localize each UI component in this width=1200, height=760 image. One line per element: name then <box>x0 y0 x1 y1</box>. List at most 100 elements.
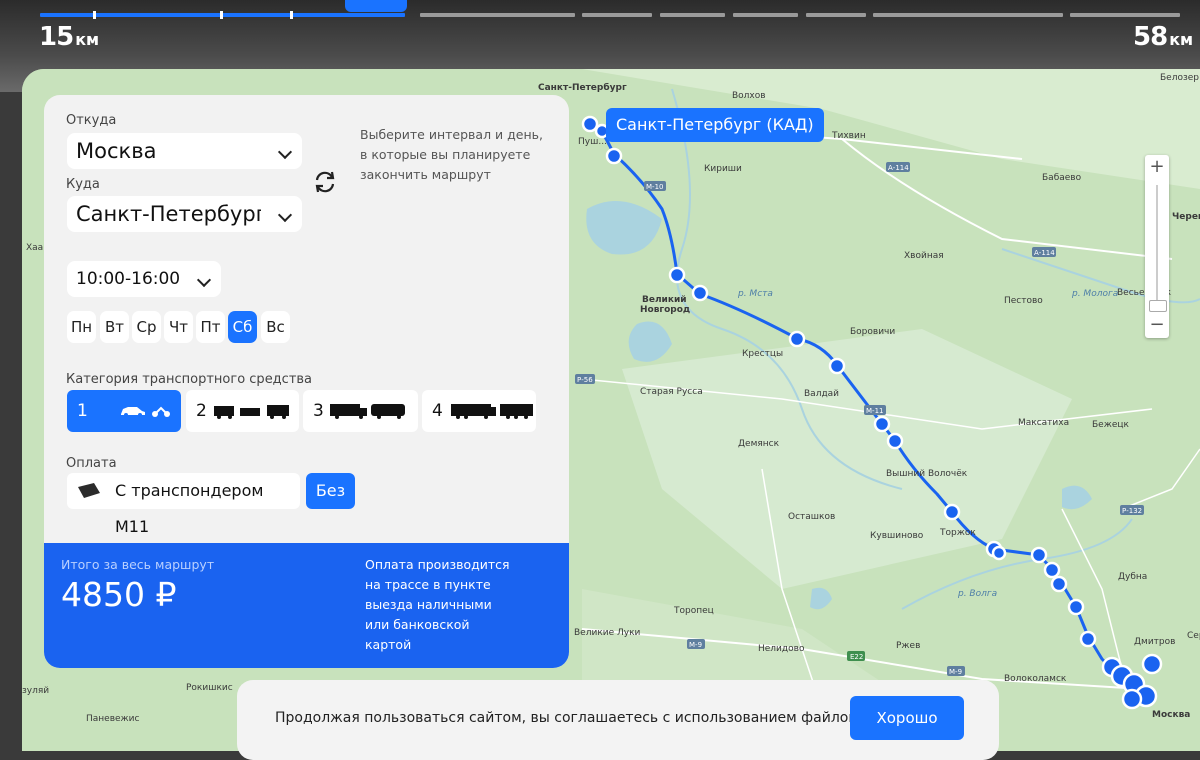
map-label: Новгород <box>640 305 691 315</box>
total-label: Итого за весь маршрут <box>61 557 215 572</box>
map-label: Дубна <box>1118 572 1148 582</box>
day-sat[interactable]: Сб <box>228 311 257 343</box>
map-label: Бежецк <box>1092 420 1129 430</box>
map-label: Белозер <box>1160 73 1200 83</box>
day-tue[interactable]: Вт <box>100 311 129 343</box>
truck-position-icon <box>345 0 407 12</box>
vehicle-category-4[interactable]: 4 <box>422 390 536 432</box>
map-label: Волхов <box>732 91 766 101</box>
from-select[interactable]: Москва <box>67 133 302 169</box>
truck-icon <box>330 404 405 419</box>
map-label: Москва <box>1152 710 1191 720</box>
day-thu[interactable]: Чт <box>164 311 193 343</box>
progress-segment <box>733 13 798 17</box>
map-label: Кувшиново <box>870 531 924 541</box>
progress-segment <box>660 13 725 17</box>
map-label: Великие Луки <box>574 628 641 638</box>
map-label: р. Волга <box>958 589 998 599</box>
chevron-down-icon <box>277 207 293 223</box>
payment-no-transponder-option[interactable]: Без <box>306 473 355 509</box>
cookie-banner: Продолжая пользоваться сайтом, вы соглаш… <box>237 680 999 760</box>
total-value: 4850 ₽ <box>61 575 177 614</box>
progress-tick <box>93 11 96 19</box>
transponder-icon <box>78 483 100 498</box>
map-label: Нелидово <box>758 644 805 654</box>
zoom-in-button[interactable]: + <box>1145 155 1169 179</box>
map-label: р. Молога <box>1072 289 1119 299</box>
map-label: Боровичи <box>850 327 896 337</box>
svg-text:А-114: А-114 <box>888 164 909 172</box>
map-label: Пестово <box>1004 296 1043 306</box>
payment-transponder-option[interactable]: С транспондером М11 <box>67 473 300 536</box>
zoom-out-button[interactable]: − <box>1145 313 1169 337</box>
map-label: Серг <box>1187 631 1200 641</box>
zoom-slider-track[interactable] <box>1156 185 1158 305</box>
map-label: Валдай <box>804 389 840 399</box>
map-label: Волоколамск <box>1004 674 1067 684</box>
map-label: Крестцы <box>742 349 784 359</box>
map-label: Дмитров <box>1134 637 1176 647</box>
map-label: Кириши <box>704 164 742 174</box>
swap-icon[interactable] <box>312 169 338 195</box>
map-label: р. Мста <box>738 289 773 299</box>
map-label: Бабаево <box>1042 173 1082 183</box>
vehicle-category-1[interactable]: 1 <box>67 390 181 432</box>
map-label: Торопец <box>674 606 714 616</box>
total-block: Итого за весь маршрут 4850 ₽ Оплата прои… <box>44 543 569 668</box>
route-form-panel: Откуда Москва Куда Санкт-Петербург Выбер… <box>44 95 569 668</box>
map-label: Тихвин <box>832 131 866 141</box>
map-label: Череп <box>1172 212 1200 222</box>
to-select[interactable]: Санкт-Петербург <box>67 196 302 232</box>
car-moto-icon <box>121 406 170 417</box>
progress-segment <box>582 13 652 17</box>
svg-text:М-9: М-9 <box>949 668 962 676</box>
map-label: Вышний Волочёк <box>886 469 968 479</box>
map-label: Великий <box>642 295 687 305</box>
map-label: Рокишкис <box>186 683 233 693</box>
zoom-control: + − <box>1145 155 1169 338</box>
map-label: Пуш... <box>578 137 607 147</box>
progress-tick <box>220 11 223 19</box>
map-label: Осташков <box>788 512 836 522</box>
from-value: Москва <box>76 139 157 163</box>
wavy-edge <box>44 543 569 547</box>
destination-callout[interactable]: Санкт-Петербург (КАД) <box>606 108 824 142</box>
progress-segment <box>1070 13 1180 17</box>
day-fri[interactable]: Пт <box>196 311 225 343</box>
svg-text:М-10: М-10 <box>646 183 663 191</box>
heavy-truck-icon <box>451 404 533 419</box>
vehicle-category-2[interactable]: 2 <box>186 390 299 432</box>
svg-text:А-114: А-114 <box>1034 249 1055 257</box>
svg-text:Е22: Е22 <box>850 653 863 661</box>
vehicle-category-3[interactable]: 3 <box>303 390 418 432</box>
map-label: зуляй <box>22 686 50 696</box>
day-sun[interactable]: Вс <box>261 311 290 343</box>
day-mon[interactable]: Пн <box>67 311 96 343</box>
cookie-accept-button[interactable]: Хорошо <box>850 696 964 740</box>
map-label: Санкт-Петербург <box>538 83 627 93</box>
svg-text:М-9: М-9 <box>689 641 702 649</box>
end-distance: 58 км <box>1133 22 1194 52</box>
progress-segment <box>806 13 866 17</box>
vehicle-category-label: Категория транспортного средства <box>66 372 313 387</box>
time-hint: Выберите интервал и день, в которые вы п… <box>360 127 543 182</box>
zoom-slider-knob[interactable] <box>1149 300 1167 312</box>
progress-tick <box>290 11 293 19</box>
time-select[interactable]: 10:00-16:00 <box>67 261 221 297</box>
map-label: Ржев <box>896 641 921 651</box>
from-label: Откуда <box>66 113 117 128</box>
cookie-text: Продолжая пользоваться сайтом, вы соглаш… <box>275 710 907 726</box>
progress-segment <box>420 13 575 17</box>
svg-text:М-11: М-11 <box>866 407 883 415</box>
progress-segment <box>873 13 1063 17</box>
start-distance: 15 км <box>39 22 100 52</box>
time-value: 10:00-16:00 <box>76 269 181 289</box>
map-label: Старая Русса <box>640 387 703 397</box>
payment-note: Оплата производится на трассе в пункте в… <box>365 557 510 652</box>
map-label: Паневежис <box>86 714 140 724</box>
map-label: Демянск <box>738 439 780 449</box>
day-wed[interactable]: Ср <box>132 311 161 343</box>
van-car-icon <box>214 405 289 419</box>
payment-label: Оплата <box>66 456 117 471</box>
svg-text:Р-56: Р-56 <box>577 376 593 384</box>
